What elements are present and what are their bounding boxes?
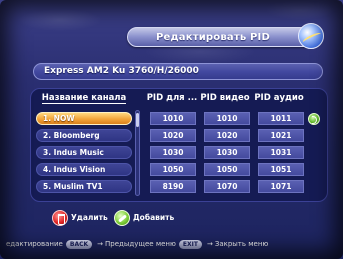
column-header-pid-audio: PID аудио xyxy=(254,93,304,103)
channel-name: 1. NOW xyxy=(43,114,75,123)
column-header-pid-ts: PID для ... xyxy=(146,93,198,103)
pid-video-cell[interactable]: 1050 xyxy=(204,163,250,176)
column-header-pid-video: PID видео xyxy=(200,93,250,103)
channel-row-selected[interactable]: 1. NOW xyxy=(36,112,132,125)
pid-audio-cell[interactable]: 1031 xyxy=(258,146,304,159)
satellite-selector[interactable]: Express AM2 Ku 3760/H/26000 xyxy=(33,63,323,80)
channel-name: 3. Indus Music xyxy=(43,148,104,157)
audio-switch-icon[interactable] xyxy=(308,113,320,125)
key-hints-bar: едактирование BACK → Предыдущее меню EXI… xyxy=(0,237,343,251)
trash-icon[interactable] xyxy=(52,210,68,226)
pid-audio-cell[interactable]: 1021 xyxy=(258,129,304,142)
satellite-label: Express AM2 Ku 3760/H/26000 xyxy=(44,66,199,76)
pid-audio-cell[interactable]: 1051 xyxy=(258,163,304,176)
arrow-right-icon: → xyxy=(97,240,104,248)
column-header-channel-name: Название канала xyxy=(41,93,127,104)
pid-ts-cell[interactable]: 8190 xyxy=(150,180,196,193)
pid-ts-cell[interactable]: 1030 xyxy=(150,146,196,159)
hint-edit-label: едактирование xyxy=(6,240,63,248)
scrollbar-thumb[interactable] xyxy=(136,113,139,127)
channel-name: 2. Bloomberg xyxy=(43,131,100,140)
pid-audio-cell[interactable]: 1071 xyxy=(258,180,304,193)
pid-video-cell[interactable]: 1070 xyxy=(204,180,250,193)
channel-list-scrollbar[interactable] xyxy=(135,110,140,196)
channel-row[interactable]: 3. Indus Music xyxy=(36,146,132,159)
channel-name: 5. Muslim TV1 xyxy=(43,182,103,191)
pid-video-cell[interactable]: 1020 xyxy=(204,129,250,142)
globe-icon xyxy=(298,23,324,49)
channel-row[interactable]: 4. Indus Vision xyxy=(36,163,132,176)
channel-name: 4. Indus Vision xyxy=(43,165,106,174)
pid-ts-cell[interactable]: 1050 xyxy=(150,163,196,176)
hint-exit-label: Закрыть меню xyxy=(214,240,269,248)
pencil-icon[interactable] xyxy=(114,210,130,226)
pid-ts-cell[interactable]: 1010 xyxy=(150,112,196,125)
menu-title: Редактировать PID xyxy=(156,31,270,43)
delete-button-label[interactable]: Удалить xyxy=(71,213,108,222)
back-key-badge: BACK xyxy=(65,239,93,249)
channel-row[interactable]: 2. Bloomberg xyxy=(36,129,132,142)
pid-video-cell[interactable]: 1030 xyxy=(204,146,250,159)
menu-title-bar: Редактировать PID xyxy=(127,27,315,47)
exit-key-badge: EXIT xyxy=(178,239,202,249)
pid-audio-cell[interactable]: 1011 xyxy=(258,112,304,125)
arrow-right-icon: → xyxy=(206,240,213,248)
add-button-label[interactable]: Добавить xyxy=(133,213,174,222)
pid-video-cell[interactable]: 1010 xyxy=(204,112,250,125)
pid-editor-screen: Редактировать PID Express AM2 Ku 3760/H/… xyxy=(0,0,343,259)
hint-back-label: Предыдущее меню xyxy=(105,240,176,248)
channel-row[interactable]: 5. Muslim TV1 xyxy=(36,180,132,193)
pid-ts-cell[interactable]: 1020 xyxy=(150,129,196,142)
